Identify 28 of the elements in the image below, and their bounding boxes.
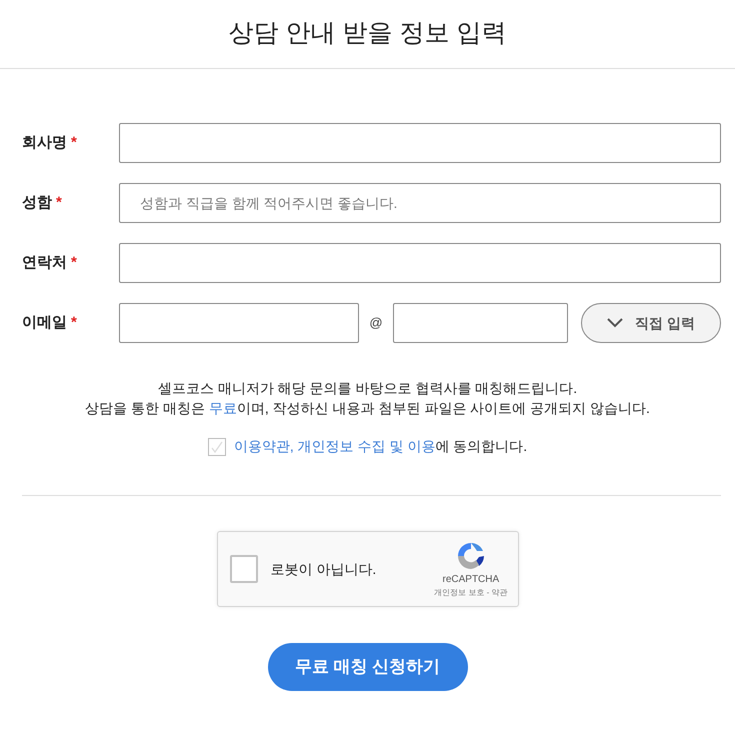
terms-link[interactable]: 이용약관,: [234, 438, 298, 454]
email-domain-field[interactable]: [393, 303, 568, 343]
agreement-text: 이용약관, 개인정보 수집 및 이용에 동의합니다.: [234, 437, 528, 456]
submit-button[interactable]: 무료 매칭 신청하기: [268, 643, 468, 691]
field-label: 성함: [22, 194, 52, 211]
field-label: 회사명: [22, 134, 67, 151]
captcha-brand: reCAPTCHA: [442, 572, 500, 586]
text-field[interactable]: [119, 243, 721, 283]
notice-text: 셀프코스 매니저가 해당 문의를 바탕으로 협력사를 매칭해드립니다.: [156, 379, 578, 398]
field-label: 연락처: [22, 254, 67, 271]
terms-link[interactable]: 개인정보 수집 및 이용: [298, 438, 436, 454]
required-mark: *: [56, 194, 62, 211]
captcha-checkbox[interactable]: [230, 555, 258, 583]
chevron-down-icon: [607, 318, 624, 328]
required-mark: *: [71, 314, 77, 331]
at-sign: @: [368, 314, 384, 332]
captcha-links[interactable]: 개인정보 보호 - 약관: [434, 586, 508, 598]
field-label: 이메일: [22, 314, 67, 331]
page-title: 상담 안내 받을 정보 입력: [0, 0, 735, 69]
email-id-field[interactable]: [119, 303, 359, 343]
agree-checkbox[interactable]: [208, 438, 226, 456]
text-field[interactable]: 성함과 직급을 함께 적어주시면 좋습니다.: [119, 183, 721, 223]
text-field[interactable]: [119, 123, 721, 163]
required-mark: *: [71, 254, 77, 271]
required-mark: *: [71, 134, 77, 151]
notice-text: 상담을 통한 매칭은 무료이며, 작성하신 내용과 첨부된 파일은 사이트에 공개되지 않습니다.: [84, 399, 651, 418]
domain-select-button[interactable]: 직접 입력: [581, 303, 721, 343]
captcha-label: 로봇이 아닙니다.: [270, 560, 378, 578]
